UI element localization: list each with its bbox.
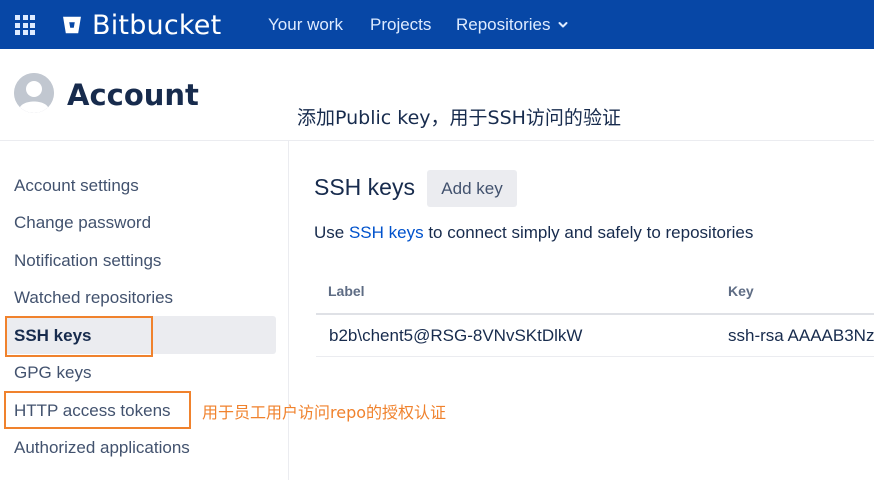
nav-repositories-label: Repositories xyxy=(456,15,551,34)
chevron-down-icon xyxy=(558,22,567,28)
sidebar-item-account-settings[interactable]: Account settings xyxy=(14,176,139,196)
page-title: Account xyxy=(67,78,199,112)
ssh-key-label-cell: b2b\chent5@RSG-8VNvSKtDlkW xyxy=(329,326,583,345)
annotation-http-tokens: 用于员工用户访问repo的授权认证 xyxy=(202,403,447,422)
description-prefix: Use xyxy=(314,223,349,242)
ssh-key-value-cell: ssh-rsa AAAAB3Nza xyxy=(728,326,874,345)
brand-name: Bitbucket xyxy=(92,9,222,41)
description-suffix: to connect simply and safely to reposito… xyxy=(423,223,754,242)
sidebar-item-notification-settings[interactable]: Notification settings xyxy=(14,251,161,271)
sidebar-item-authorized-applications[interactable]: Authorized applications xyxy=(14,438,190,458)
annotation-box-http-access-tokens xyxy=(4,391,191,429)
sidebar-item-gpg-keys[interactable]: GPG keys xyxy=(14,363,91,383)
default-user-avatar-icon[interactable] xyxy=(14,73,54,113)
annotation-box-ssh-keys xyxy=(5,316,153,357)
ssh-keys-help-link[interactable]: SSH keys xyxy=(349,223,424,242)
ssh-keys-description: Use SSH keys to connect simply and safel… xyxy=(314,223,753,243)
header-divider xyxy=(0,140,874,141)
grid-icon[interactable] xyxy=(15,15,35,35)
bitbucket-logo[interactable]: Bitbucket xyxy=(61,9,222,41)
section-title: SSH keys xyxy=(314,174,415,200)
sidebar-divider xyxy=(288,141,289,480)
nav-your-work[interactable]: Your work xyxy=(268,15,343,35)
add-key-button[interactable]: Add key xyxy=(427,170,517,207)
column-header-label: Label xyxy=(328,283,365,299)
sidebar-item-change-password[interactable]: Change password xyxy=(14,213,151,233)
nav-repositories[interactable]: Repositories xyxy=(456,15,568,35)
column-header-key: Key xyxy=(728,283,754,299)
nav-projects[interactable]: Projects xyxy=(370,15,431,35)
top-navigation-bar: Bitbucket Your work Projects Repositorie… xyxy=(0,0,874,49)
bitbucket-bucket-icon xyxy=(63,16,81,34)
annotation-public-key: 添加Public key，用于SSH访问的验证 xyxy=(297,107,621,129)
table-header-divider xyxy=(316,313,874,315)
table-row-divider xyxy=(316,356,874,357)
sidebar-item-watched-repositories[interactable]: Watched repositories xyxy=(14,288,173,308)
